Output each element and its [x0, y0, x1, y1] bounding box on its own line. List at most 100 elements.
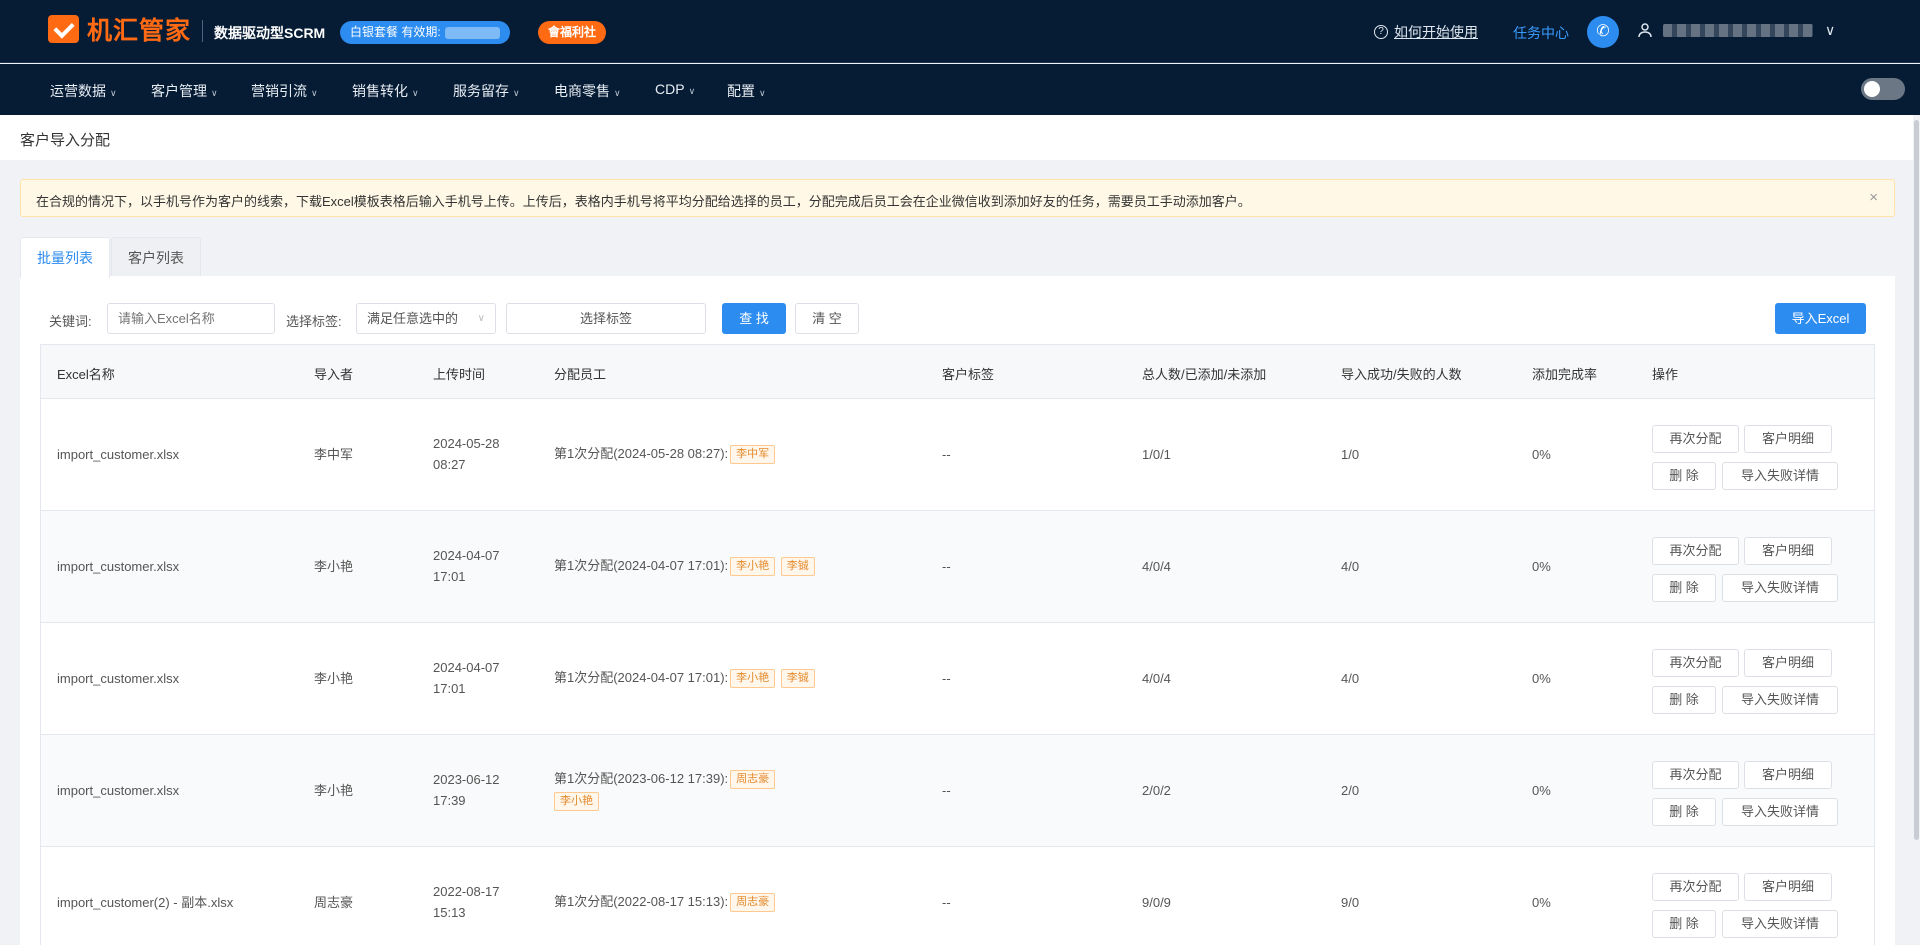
delete-button[interactable]: 删 除 [1652, 574, 1716, 602]
chevron-down-icon: ∨ [688, 86, 696, 96]
table-row: import_customer.xlsx 李小艳 2023-06-12 17:39… [41, 735, 1874, 847]
nav-item-ecommerce[interactable]: 电商零售 ∨ [554, 81, 621, 101]
col-header: 总人数/已添加/未添加 [1142, 367, 1267, 382]
reassign-button[interactable]: 再次分配 [1652, 873, 1739, 901]
breadcrumb: 客户导入分配 [20, 132, 111, 149]
fail-detail-button[interactable]: 导入失败详情 [1722, 574, 1838, 602]
totals: 4/0/4 [1142, 559, 1171, 574]
upload-time: 2024-04-07 17:01 [433, 548, 500, 584]
nav-item-operations[interactable]: 运营数据 ∨ [50, 81, 117, 101]
logo[interactable]: 机汇管家 [48, 13, 191, 45]
delete-button[interactable]: 删 除 [1652, 798, 1716, 826]
notice-text: 在合规的情况下，以手机号作为客户的线索，下载Excel模板表格后输入手机号上传。… [36, 194, 1251, 209]
keyword-input[interactable] [107, 303, 275, 334]
col-header: 操作 [1652, 367, 1679, 382]
assign-info: 第1次分配(2024-05-28 08:27): 李中军 [554, 443, 776, 465]
tag-mode-select[interactable]: 满足任意选中的 ∨ [356, 303, 496, 334]
tab-customer-list[interactable]: 客户列表 [111, 237, 201, 277]
fail-detail-button[interactable]: 导入失败详情 [1722, 798, 1838, 826]
tab-batch-list[interactable]: 批量列表 [20, 237, 110, 278]
staff-tag: 李小艳 [730, 557, 776, 577]
completion-rate: 0% [1532, 559, 1551, 574]
nav-item-customers[interactable]: 客户管理 ∨ [151, 81, 218, 101]
fail-detail-button[interactable]: 导入失败详情 [1722, 462, 1838, 490]
delete-button[interactable]: 删 除 [1652, 686, 1716, 714]
help-link[interactable]: ? 如何开始使用 [1374, 22, 1478, 42]
main-nav: 运营数据 ∨ 客户管理 ∨ 营销引流 ∨ 销售转化 ∨ 服务留存 ∨ 电商零售 ∨ CDP ∨… [0, 64, 1920, 115]
customer-detail-button[interactable]: 客户明细 [1744, 537, 1832, 565]
phone-icon[interactable]: ✆ [1587, 16, 1619, 48]
search-button[interactable]: 查 找 [722, 303, 786, 334]
importer: 李中军 [314, 447, 354, 462]
chevron-down-icon: ∨ [211, 88, 218, 98]
help-link-label: 如何开始使用 [1394, 24, 1478, 40]
col-header: Excel名称 [57, 367, 115, 382]
nav-item-retention[interactable]: 服务留存 ∨ [453, 81, 520, 101]
theme-toggle[interactable] [1861, 78, 1905, 100]
totals: 9/0/9 [1142, 895, 1171, 910]
customer-detail-button[interactable]: 客户明细 [1744, 425, 1832, 453]
upload-time: 2024-04-07 17:01 [433, 660, 500, 696]
table-row: import_customer.xlsx 李小艳 2024-04-07 17:01… [41, 511, 1874, 623]
upload-time: 2024-05-28 08:27 [433, 436, 500, 472]
user-name-redacted[interactable] [1663, 24, 1813, 37]
totals: 1/0/1 [1142, 447, 1171, 462]
staff-tag: 李铖 [780, 669, 815, 689]
tag-picker[interactable]: 选择标签 [506, 303, 706, 334]
chevron-down-icon: ∨ [477, 313, 485, 324]
delete-button[interactable]: 删 除 [1652, 910, 1716, 938]
import-result: 4/0 [1341, 559, 1360, 574]
totals: 4/0/4 [1142, 671, 1171, 686]
table-row: import_customer.xlsx 李中军 2024-05-28 08:27… [41, 399, 1874, 511]
logo-icon [48, 15, 79, 43]
completion-rate: 0% [1532, 895, 1551, 910]
reassign-button[interactable]: 再次分配 [1652, 649, 1739, 677]
user-icon[interactable] [1637, 22, 1653, 38]
reassign-button[interactable]: 再次分配 [1652, 761, 1739, 789]
excel-name: import_customer.xlsx [57, 447, 180, 462]
upload-time: 2023-06-12 17:39 [433, 772, 500, 808]
clear-button[interactable]: 清 空 [795, 303, 859, 334]
import-excel-button[interactable]: 导入Excel [1775, 303, 1866, 334]
nav-label: 营销引流 [251, 83, 307, 99]
nav-item-settings[interactable]: 配置 ∨ [727, 81, 766, 101]
staff-tag: 周志豪 [730, 770, 776, 790]
fail-detail-button[interactable]: 导入失败详情 [1722, 910, 1838, 938]
nav-item-cdp[interactable]: CDP ∨ [655, 81, 695, 97]
chevron-down-icon: ∨ [759, 88, 766, 98]
staff-tag: 周志豪 [730, 893, 776, 913]
customer-detail-button[interactable]: 客户明细 [1744, 649, 1832, 677]
nav-label: 客户管理 [151, 83, 207, 99]
chevron-down-icon: ∨ [110, 88, 117, 98]
close-icon[interactable]: × [1869, 189, 1878, 206]
customer-detail-button[interactable]: 客户明细 [1744, 873, 1832, 901]
col-header: 上传时间 [433, 367, 486, 382]
delete-button[interactable]: 删 除 [1652, 462, 1716, 490]
scrollbar-thumb[interactable] [1914, 120, 1919, 840]
staff-tag: 李小艳 [730, 669, 776, 689]
keyword-label: 关键词: [49, 314, 92, 329]
staff-tag: 李中军 [730, 445, 776, 465]
welfare-badge[interactable]: 會福利社 [538, 21, 607, 44]
nav-item-sales[interactable]: 销售转化 ∨ [352, 81, 419, 101]
excel-name: import_customer.xlsx [57, 671, 180, 686]
col-header: 导入者 [314, 367, 354, 382]
tag-label: 选择标签: [286, 314, 342, 329]
nav-label: 电商零售 [554, 83, 610, 99]
reassign-button[interactable]: 再次分配 [1652, 537, 1739, 565]
breadcrumb-bar: 客户导入分配 [0, 115, 1920, 160]
customer-tags: -- [942, 783, 951, 798]
customer-tags: -- [942, 447, 951, 462]
task-center-link[interactable]: 任务中心 [1513, 23, 1569, 43]
col-header: 添加完成率 [1532, 367, 1598, 382]
excel-name: import_customer(2) - 副本.xlsx [57, 895, 234, 910]
chevron-down-icon: ∨ [513, 88, 520, 98]
col-header: 分配员工 [554, 367, 607, 382]
nav-item-marketing[interactable]: 营销引流 ∨ [251, 81, 318, 101]
chevron-down-icon[interactable]: ∨ [1825, 22, 1835, 39]
reassign-button[interactable]: 再次分配 [1652, 425, 1739, 453]
batch-table: Excel名称 导入者 上传时间 分配员工 客户标签 总人数/已添加/未添加 导… [40, 344, 1875, 945]
customer-detail-button[interactable]: 客户明细 [1744, 761, 1832, 789]
fail-detail-button[interactable]: 导入失败详情 [1722, 686, 1838, 714]
completion-rate: 0% [1532, 447, 1551, 462]
